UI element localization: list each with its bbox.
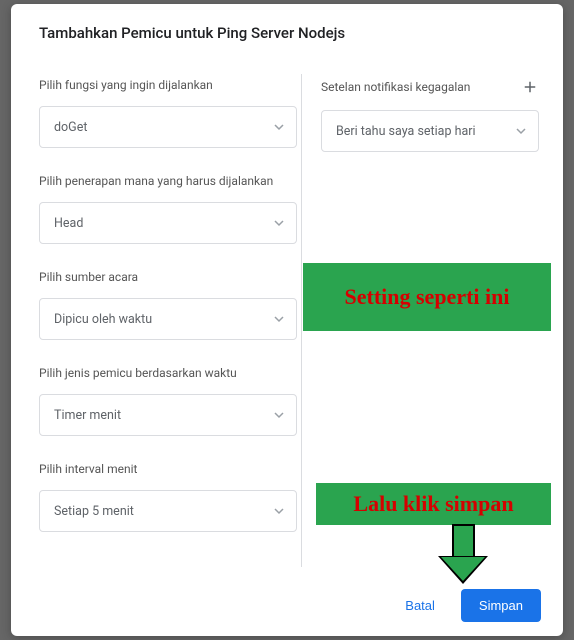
notification-value: Beri tahu saya setiap hari	[336, 124, 476, 139]
column-divider	[301, 74, 302, 567]
deployment-label: Pilih penerapan mana yang harus dijalank…	[39, 174, 297, 188]
dialog-body: Pilih fungsi yang ingin dijalankan doGet…	[11, 46, 563, 581]
trigger-type-select[interactable]: Timer menit	[39, 394, 297, 436]
interval-label: Pilih interval menit	[39, 462, 297, 476]
interval-value: Setiap 5 menit	[54, 504, 134, 519]
function-value: doGet	[54, 120, 87, 135]
trigger-type-label: Pilih jenis pemicu berdasarkan waktu	[39, 366, 297, 380]
notification-label: Setelan notifikasi kegagalan	[321, 80, 470, 94]
trigger-dialog: Tambahkan Pemicu untuk Ping Server Nodej…	[11, 4, 563, 636]
interval-select[interactable]: Setiap 5 menit	[39, 490, 297, 532]
trigger-type-value: Timer menit	[54, 408, 121, 423]
cancel-button[interactable]: Batal	[395, 590, 445, 621]
chevron-down-icon	[274, 506, 284, 516]
chevron-down-icon	[274, 122, 284, 132]
function-label: Pilih fungsi yang ingin dijalankan	[39, 78, 297, 92]
notification-select[interactable]: Beri tahu saya setiap hari	[321, 110, 539, 152]
chevron-down-icon	[274, 218, 284, 228]
save-button[interactable]: Simpan	[461, 589, 541, 622]
function-select[interactable]: doGet	[39, 106, 297, 148]
chevron-down-icon	[516, 126, 526, 136]
right-column: Setelan notifikasi kegagalan Beri tahu s…	[297, 72, 539, 581]
deployment-value: Head	[54, 216, 83, 231]
event-source-select[interactable]: Dipicu oleh waktu	[39, 298, 297, 340]
chevron-down-icon	[274, 410, 284, 420]
deployment-select[interactable]: Head	[39, 202, 297, 244]
event-source-value: Dipicu oleh waktu	[54, 312, 152, 327]
dialog-footer: Batal Simpan	[11, 581, 563, 636]
left-column: Pilih fungsi yang ingin dijalankan doGet…	[39, 72, 297, 581]
notification-header: Setelan notifikasi kegagalan	[321, 78, 539, 96]
plus-icon[interactable]	[521, 78, 539, 96]
chevron-down-icon	[274, 314, 284, 324]
dialog-title: Tambahkan Pemicu untuk Ping Server Nodej…	[11, 4, 563, 46]
event-source-label: Pilih sumber acara	[39, 270, 297, 284]
